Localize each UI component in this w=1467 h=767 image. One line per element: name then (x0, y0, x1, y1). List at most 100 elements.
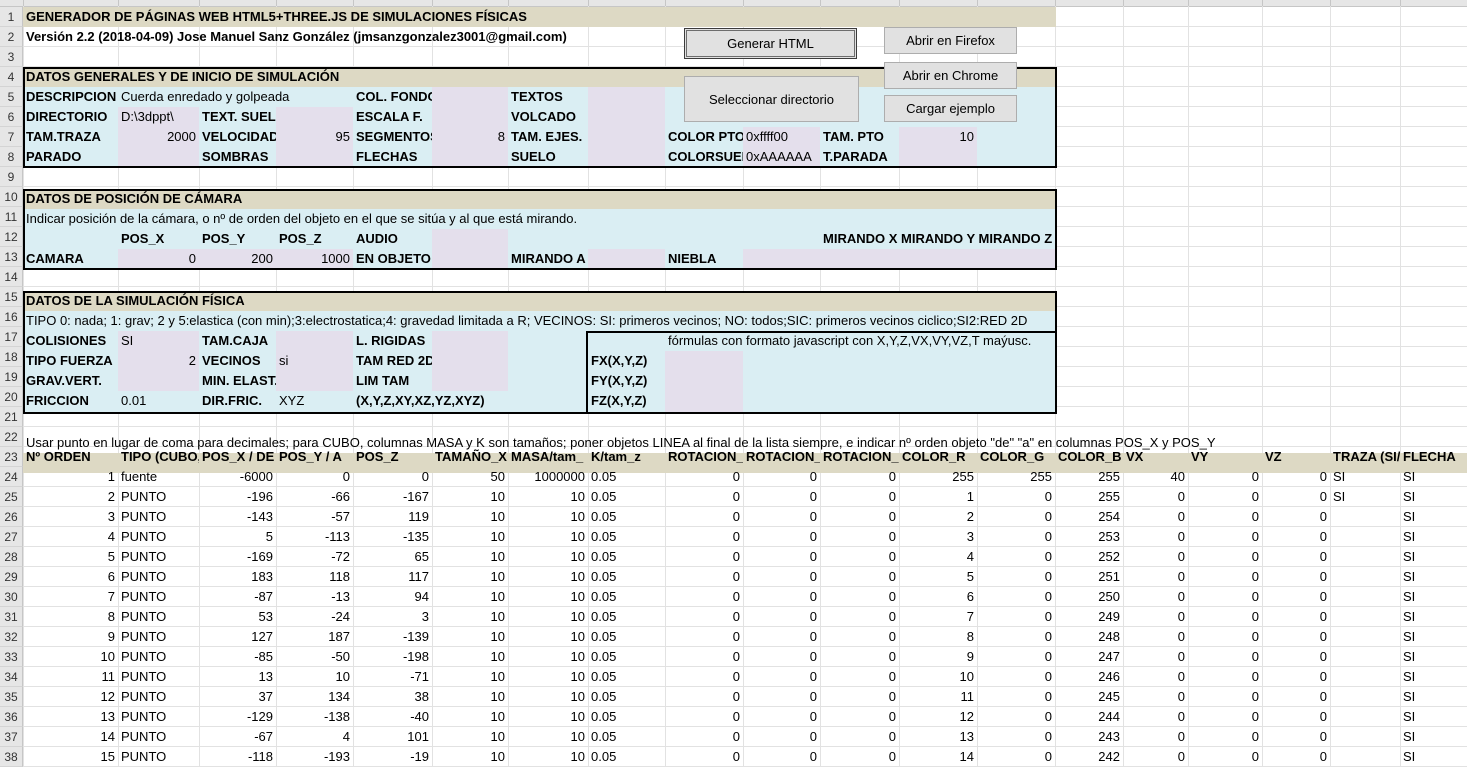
table-cell[interactable]: 10 (508, 547, 588, 567)
table-cell[interactable]: 0 (665, 747, 743, 767)
table-cell[interactable]: 0 (1123, 747, 1188, 767)
table-cell[interactable]: 0 (1188, 587, 1262, 607)
table-cell[interactable]: PUNTO (118, 527, 199, 547)
row-header[interactable]: 20 (0, 387, 23, 407)
table-cell[interactable]: 0 (743, 487, 820, 507)
table-cell[interactable]: 0 (1123, 647, 1188, 667)
table-cell[interactable]: 53 (199, 607, 276, 627)
table-cell[interactable]: 10 (432, 667, 508, 687)
row-header[interactable]: 11 (0, 207, 23, 227)
cell-dir-fric[interactable]: XYZ (276, 391, 353, 411)
table-cell[interactable]: 0 (1123, 487, 1188, 507)
table-cell[interactable]: 247 (1055, 647, 1123, 667)
table-cell[interactable]: SI (1400, 527, 1467, 547)
input-cell[interactable] (588, 127, 665, 167)
row-header[interactable]: 5 (0, 87, 23, 107)
table-cell[interactable]: 10 (508, 667, 588, 687)
table-cell[interactable]: 0 (1188, 627, 1262, 647)
table-cell[interactable]: 0.05 (588, 547, 665, 567)
cell-colisiones[interactable]: SI (118, 331, 199, 351)
table-cell[interactable]: SI (1400, 687, 1467, 707)
table-cell[interactable]: 0.05 (588, 467, 665, 487)
table-cell[interactable]: 0 (820, 587, 899, 607)
table-cell[interactable]: 0.05 (588, 707, 665, 727)
table-cell[interactable]: 0 (977, 667, 1055, 687)
table-cell[interactable]: 10 (276, 667, 353, 687)
table-cell[interactable]: 0 (1262, 527, 1330, 547)
input-cell[interactable] (432, 229, 508, 269)
table-cell[interactable]: 0 (665, 527, 743, 547)
row-header[interactable]: 23 (0, 447, 23, 467)
table-cell[interactable]: 0 (743, 607, 820, 627)
row-header[interactable]: 6 (0, 107, 23, 127)
table-cell[interactable]: -135 (353, 527, 432, 547)
table-cell[interactable]: 0.05 (588, 587, 665, 607)
table-cell[interactable]: 250 (1055, 587, 1123, 607)
table-cell[interactable]: 0 (977, 607, 1055, 627)
input-cell[interactable] (432, 331, 508, 391)
table-cell[interactable]: 37 (199, 687, 276, 707)
table-cell[interactable] (1330, 667, 1400, 687)
table-cell[interactable]: 0.05 (588, 507, 665, 527)
table-cell[interactable]: 5 (899, 567, 977, 587)
table-cell[interactable]: 0.05 (588, 487, 665, 507)
table-cell[interactable]: 0 (743, 527, 820, 547)
table-cell[interactable]: 0 (977, 547, 1055, 567)
table-cell[interactable]: SI (1400, 487, 1467, 507)
table-cell[interactable]: 117 (353, 567, 432, 587)
table-cell[interactable]: 0 (665, 467, 743, 487)
table-cell[interactable]: 0 (1123, 547, 1188, 567)
table-cell[interactable]: -118 (199, 747, 276, 767)
table-cell[interactable]: 249 (1055, 607, 1123, 627)
table-cell[interactable]: 0 (743, 507, 820, 527)
table-cell[interactable]: 38 (353, 687, 432, 707)
table-cell[interactable]: 15 (23, 747, 118, 767)
table-cell[interactable]: 6 (899, 587, 977, 607)
table-cell[interactable]: -6000 (199, 467, 276, 487)
table-cell[interactable]: SI (1400, 547, 1467, 567)
seleccionar-directorio-button[interactable]: Seleccionar directorio (684, 76, 859, 122)
table-cell[interactable]: 0 (820, 707, 899, 727)
row-header[interactable]: 33 (0, 647, 23, 667)
table-cell[interactable]: 0 (1262, 747, 1330, 767)
table-cell[interactable]: PUNTO (118, 627, 199, 647)
table-cell[interactable]: 11 (23, 667, 118, 687)
table-cell[interactable]: 10 (508, 747, 588, 767)
cell-descripcion[interactable]: Cuerda enredado y golpeada (118, 87, 353, 107)
table-cell[interactable]: -19 (353, 747, 432, 767)
row-header[interactable]: 31 (0, 607, 23, 627)
table-cell[interactable]: SI (1400, 667, 1467, 687)
table-cell[interactable]: 11 (899, 687, 977, 707)
table-cell[interactable]: PUNTO (118, 507, 199, 527)
table-cell[interactable]: SI (1400, 467, 1467, 487)
table-cell[interactable]: 4 (276, 727, 353, 747)
table-cell[interactable]: PUNTO (118, 707, 199, 727)
table-cell[interactable]: 0 (743, 467, 820, 487)
table-cell[interactable]: PUNTO (118, 547, 199, 567)
row-header[interactable]: 26 (0, 507, 23, 527)
table-cell[interactable]: 10 (432, 507, 508, 527)
table-cell[interactable]: 10 (508, 487, 588, 507)
table-cell[interactable]: 0 (820, 467, 899, 487)
table-cell[interactable]: 40 (1123, 467, 1188, 487)
table-cell[interactable]: -129 (199, 707, 276, 727)
row-header[interactable]: 7 (0, 127, 23, 147)
table-cell[interactable]: 9 (23, 627, 118, 647)
row-header[interactable]: 38 (0, 747, 23, 767)
table-cell[interactable]: 10 (508, 607, 588, 627)
table-cell[interactable]: -139 (353, 627, 432, 647)
table-cell[interactable]: 0 (1262, 507, 1330, 527)
table-cell[interactable]: 246 (1055, 667, 1123, 687)
table-cell[interactable]: PUNTO (118, 687, 199, 707)
table-cell[interactable]: 0 (1262, 467, 1330, 487)
table-cell[interactable]: 94 (353, 587, 432, 607)
table-cell[interactable]: -138 (276, 707, 353, 727)
table-cell[interactable]: 13 (23, 707, 118, 727)
table-cell[interactable]: 0 (820, 747, 899, 767)
table-cell[interactable]: 10 (508, 727, 588, 747)
table-cell[interactable]: PUNTO (118, 487, 199, 507)
cell-segmentos[interactable]: 8 (432, 127, 508, 147)
row-header[interactable]: 12 (0, 227, 23, 247)
table-cell[interactable]: 0 (1262, 487, 1330, 507)
table-cell[interactable]: -13 (276, 587, 353, 607)
